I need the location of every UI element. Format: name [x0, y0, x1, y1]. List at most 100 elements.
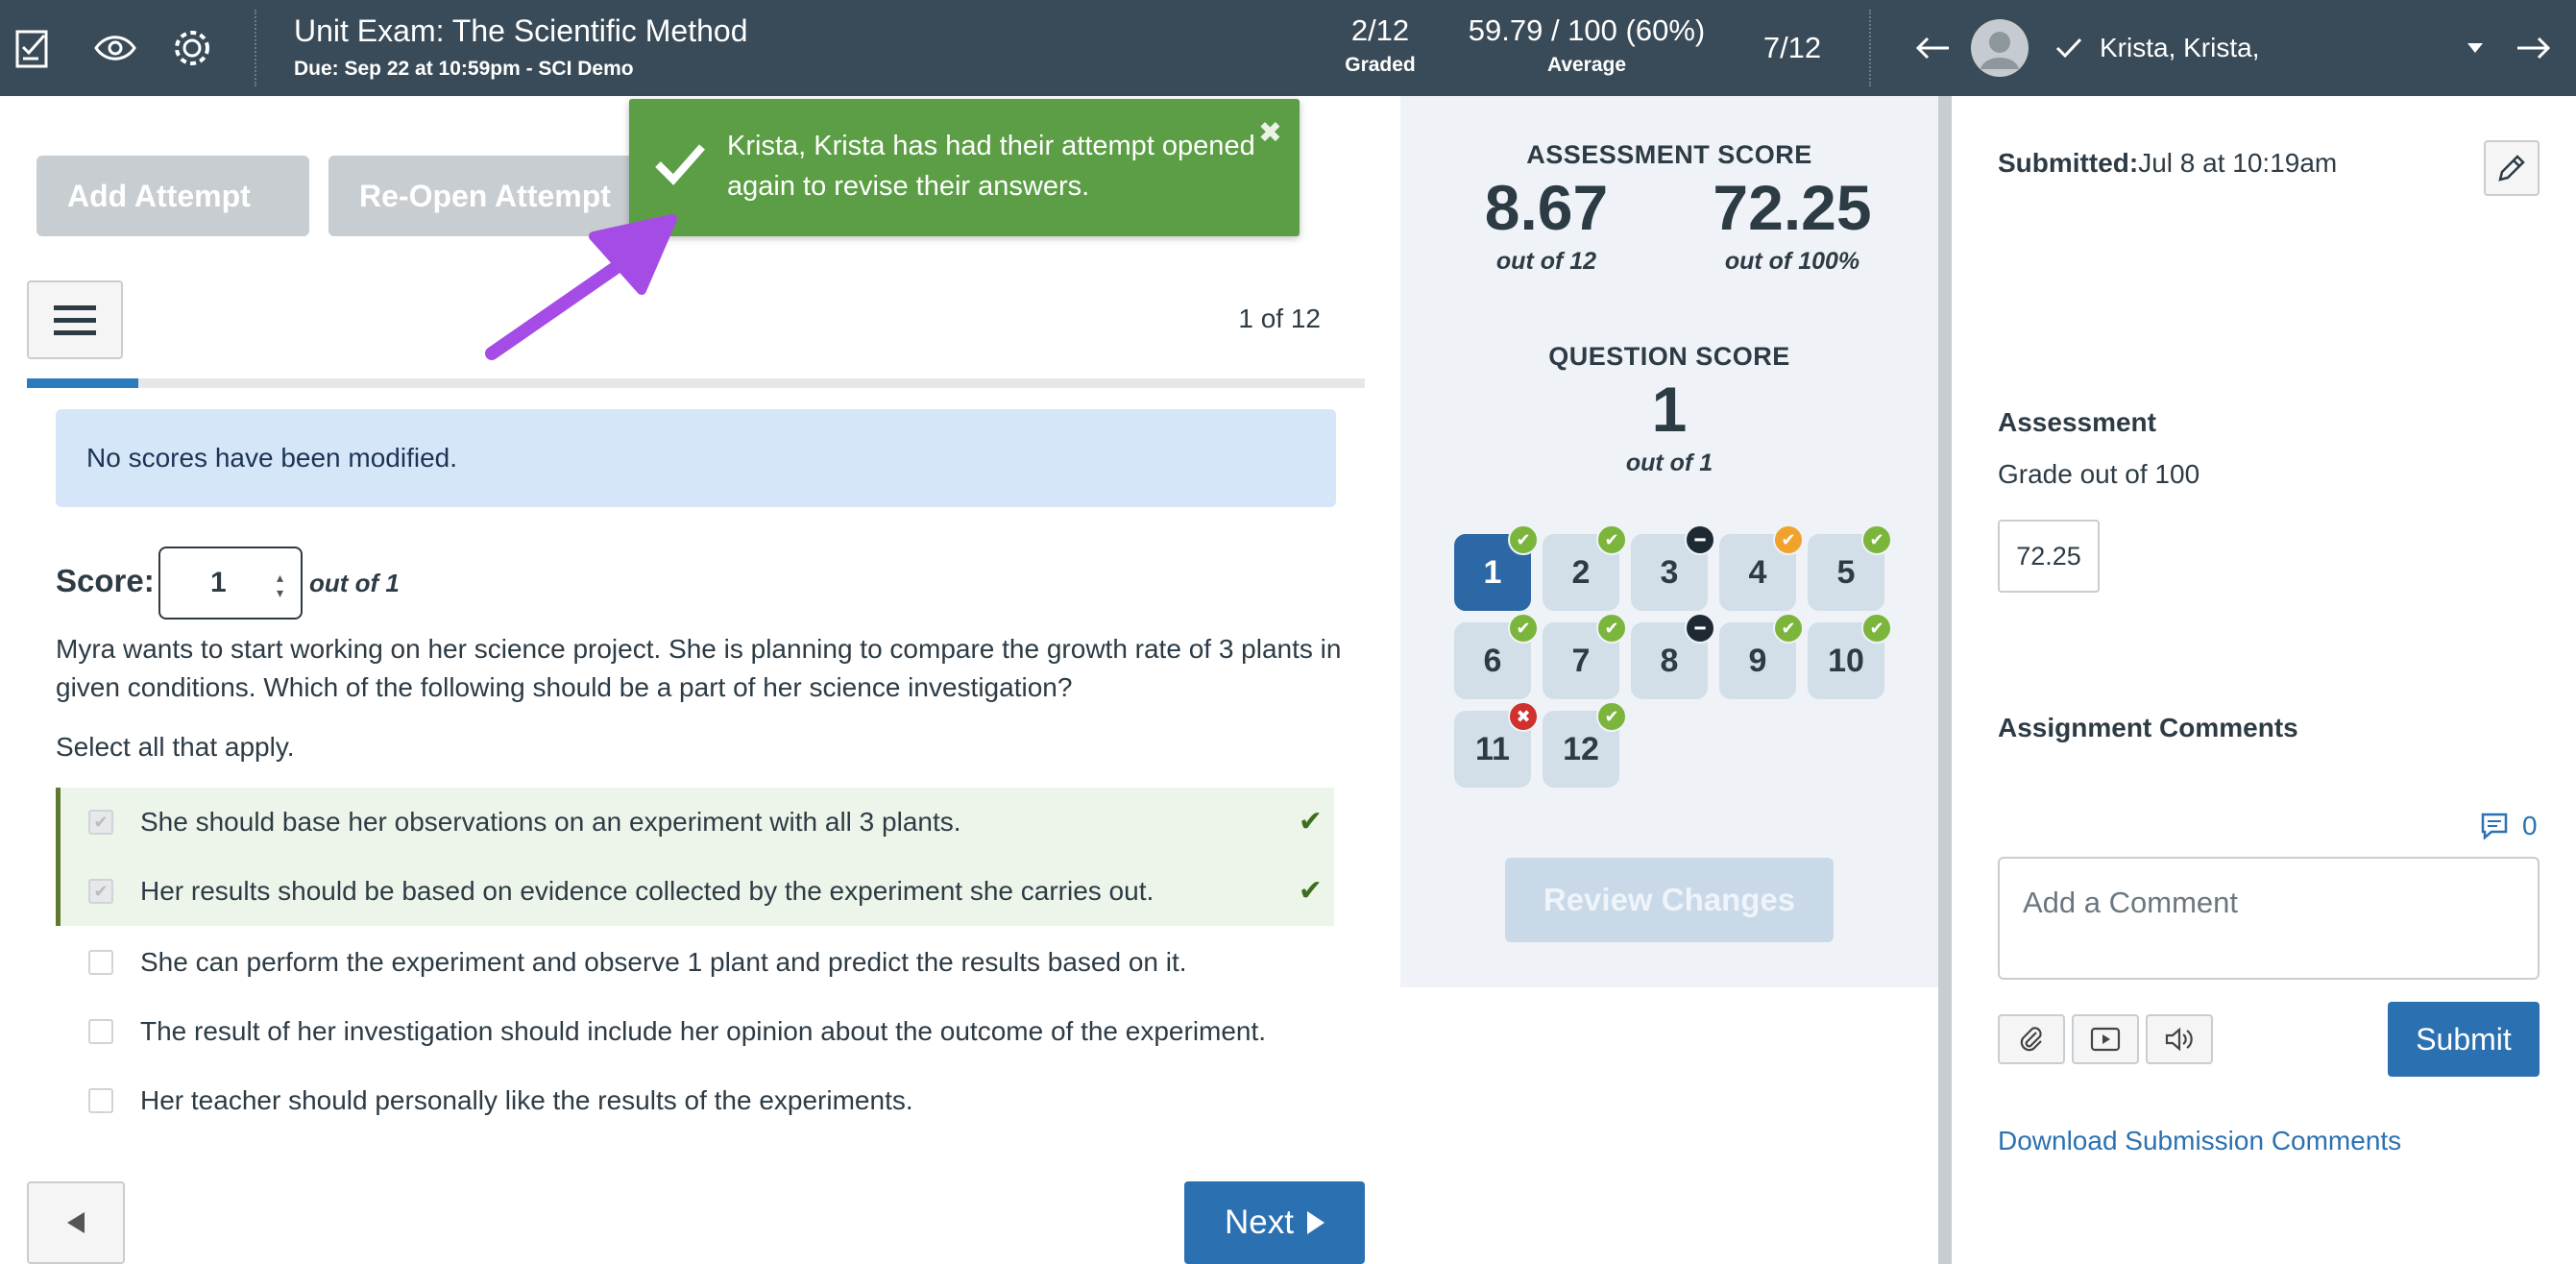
- arrow-right-icon[interactable]: [2507, 21, 2561, 75]
- gradebook-icon[interactable]: [8, 21, 61, 75]
- question-counter: 1 of 12: [1238, 304, 1321, 333]
- correct-status-icon: ✔: [1508, 613, 1539, 644]
- answer-text: She can perform the experiment and obser…: [140, 947, 1187, 977]
- question-nav-12[interactable]: 12 ✔: [1543, 701, 1627, 788]
- question-number: 8: [1660, 642, 1679, 679]
- paperclip-icon: [2020, 1027, 2042, 1052]
- panel-divider[interactable]: [1938, 96, 1952, 1264]
- graded-count: 2/12: [1350, 13, 1410, 47]
- assignment-due: Due: Sep 22 at 10:59pm - SCI Demo: [294, 58, 634, 80]
- toast-message: Krista, Krista has had their attempt ope…: [727, 131, 1255, 202]
- answer-option[interactable]: ✔ Her results should be based on evidenc…: [56, 857, 1334, 926]
- stepper-icon[interactable]: ▴ ▾: [277, 570, 283, 600]
- checkbox[interactable]: [88, 1019, 113, 1044]
- assessment-percent-sub: out of 100%: [1724, 248, 1860, 275]
- question-nav-2[interactable]: 2 ✔: [1543, 524, 1627, 611]
- answer-option[interactable]: ✔ She should base her observations on an…: [56, 788, 1334, 857]
- question-nav-1[interactable]: 1 ✔: [1454, 524, 1539, 611]
- check-icon: [2050, 21, 2088, 75]
- question-number: 4: [1748, 553, 1767, 591]
- checkbox[interactable]: ✔: [88, 810, 113, 835]
- checkbox[interactable]: ✔: [88, 879, 113, 904]
- blank-status-icon: ━: [1685, 524, 1715, 555]
- chevron-down-icon[interactable]: [2461, 21, 2490, 75]
- close-icon[interactable]: ✖: [1258, 116, 1282, 150]
- separator: [255, 10, 256, 86]
- arrow-left-icon[interactable]: [1906, 21, 1959, 75]
- assignment-title: Unit Exam: The Scientific Method: [294, 13, 748, 48]
- score-panel: ASSESSMENT SCORE 8.67 out of 12 72.25 ou…: [1400, 96, 1938, 987]
- video-icon: [2090, 1027, 2121, 1052]
- question-number: 9: [1748, 642, 1767, 679]
- grade-input[interactable]: 72.25: [1998, 520, 2100, 593]
- triangle-right-icon: [1306, 1211, 1324, 1234]
- next-button[interactable]: Next: [1184, 1181, 1365, 1264]
- edit-button[interactable]: [2484, 140, 2540, 196]
- comment-count-link[interactable]: 0: [2480, 811, 2538, 841]
- question-number: 11: [1475, 730, 1510, 767]
- download-comments-link[interactable]: Download Submission Comments: [1998, 1126, 2401, 1156]
- score-input[interactable]: 1 ▴ ▾: [158, 547, 303, 620]
- assessment-points: 8.67: [1484, 172, 1609, 243]
- previous-question-button[interactable]: [27, 1181, 125, 1264]
- pencil-icon: [2498, 155, 2525, 182]
- attach-button[interactable]: [1998, 1014, 2065, 1064]
- question-nav-3[interactable]: 3 ━: [1631, 524, 1715, 611]
- question-score: 1: [1651, 374, 1688, 445]
- comment-icon: [2481, 813, 2508, 840]
- submitted-label: Submitted:: [1998, 148, 2139, 178]
- next-label: Next: [1225, 1203, 1294, 1241]
- answer-option[interactable]: Her teacher should personally like the r…: [56, 1066, 1334, 1135]
- correct-status-icon: ✔: [1508, 524, 1539, 555]
- question-nav-9[interactable]: 9 ✔: [1719, 613, 1804, 699]
- submitted-info: Submitted:Jul 8 at 10:19am: [1998, 148, 2337, 179]
- graded-label: Graded: [1345, 54, 1416, 76]
- check-icon: [655, 144, 705, 185]
- question-nav-5[interactable]: 5 ✔: [1808, 524, 1892, 611]
- add-attempt-button[interactable]: Add Attempt: [36, 156, 309, 236]
- question-nav-10[interactable]: 10 ✔: [1808, 613, 1892, 699]
- question-score-heading: QUESTION SCORE: [1548, 342, 1790, 371]
- avatar[interactable]: [1971, 19, 2029, 77]
- audio-button[interactable]: [2146, 1014, 2213, 1064]
- question-menu-button[interactable]: [27, 280, 123, 359]
- blank-status-icon: ━: [1685, 613, 1715, 644]
- checkbox[interactable]: [88, 1088, 113, 1113]
- notice-box: No scores have been modified.: [56, 409, 1336, 507]
- eye-icon[interactable]: [88, 21, 142, 75]
- question-text: Myra wants to start working on her scien…: [56, 634, 1342, 702]
- gear-icon[interactable]: [165, 21, 219, 75]
- assessment-score-heading: ASSESSMENT SCORE: [1526, 140, 1812, 169]
- question-number: 6: [1483, 642, 1502, 679]
- comments-heading: Assignment Comments: [1998, 713, 2298, 742]
- question-nav-6[interactable]: 6 ✔: [1454, 613, 1539, 699]
- correct-status-icon: ✔: [1596, 701, 1627, 732]
- question-nav-7[interactable]: 7 ✔: [1543, 613, 1627, 699]
- answer-text: Her results should be based on evidence …: [140, 876, 1154, 906]
- media-button[interactable]: [2072, 1014, 2139, 1064]
- correct-status-icon: ✔: [1861, 613, 1892, 644]
- checkbox[interactable]: [88, 950, 113, 975]
- answer-text: She should base her observations on an e…: [140, 807, 961, 837]
- question-number: 12: [1563, 730, 1599, 767]
- triangle-left-icon: [67, 1212, 85, 1233]
- student-name[interactable]: Krista, Krista,: [2100, 33, 2259, 63]
- correct-status-icon: ✔: [1773, 613, 1804, 644]
- comment-textarea[interactable]: Add a Comment: [1998, 857, 2540, 980]
- question-score-sub: out of 1: [1625, 450, 1713, 476]
- question-instruction: Select all that apply.: [56, 732, 295, 762]
- score-value: 1: [210, 567, 227, 598]
- question-nav-8[interactable]: 8 ━: [1631, 613, 1715, 699]
- submit-comment-button[interactable]: Submit: [2388, 1002, 2540, 1077]
- answer-option[interactable]: The result of her investigation should i…: [56, 997, 1334, 1066]
- hamburger-icon: [54, 305, 96, 335]
- submitted-date: Jul 8 at 10:19am: [2138, 148, 2338, 178]
- review-changes-button[interactable]: Review Changes: [1505, 858, 1834, 942]
- answer-option[interactable]: She can perform the experiment and obser…: [56, 928, 1334, 997]
- question-number: 5: [1836, 553, 1856, 591]
- question-nav-4[interactable]: 4 ✔: [1719, 524, 1804, 611]
- notice-text: No scores have been modified.: [86, 443, 457, 473]
- answer-text: Her teacher should personally like the r…: [140, 1085, 913, 1115]
- correct-check-icon: ✔: [1298, 875, 1323, 907]
- question-nav-11[interactable]: 11 ✖: [1454, 701, 1539, 788]
